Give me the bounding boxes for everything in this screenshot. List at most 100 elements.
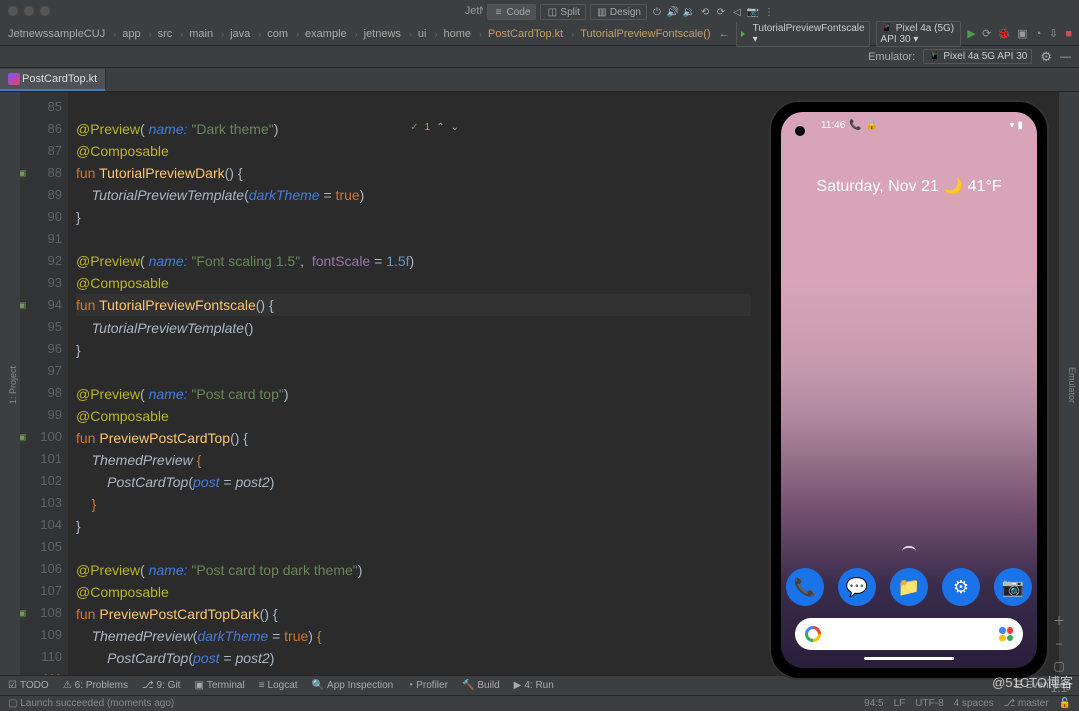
status-bar: ▢ Launch succeeded (moments ago) 94:5 LF… <box>0 695 1079 711</box>
file-encoding[interactable]: UTF-8 <box>915 698 943 709</box>
coverage-icon[interactable]: ▣ <box>1017 27 1027 41</box>
git-branch-indicator[interactable]: ⎇ master <box>1004 698 1049 709</box>
phone-app-icon[interactable]: 📞 <box>786 568 824 606</box>
emulator-zoom-controls: ＋ − ▢ 1:1 <box>1049 92 1069 675</box>
rotate-left-icon[interactable]: ⟲ <box>699 6 711 18</box>
chevron-up-icon[interactable]: ⌃ <box>436 122 444 133</box>
todo-tool-tab[interactable]: ☑ TODO <box>8 680 49 691</box>
breadcrumb-item[interactable]: example <box>305 28 347 40</box>
home-weather-widget[interactable]: Saturday, Nov 21 🌙 41°F <box>781 176 1037 196</box>
chevron-down-icon[interactable]: ⌄ <box>451 122 459 133</box>
hide-panel-icon[interactable]: — <box>1060 51 1071 63</box>
warning-count: 1 <box>425 122 431 133</box>
device-frame: 11:46 📞 🔒 ▾ ▮ Saturday, Nov 21 🌙 41°F 📞 <box>769 100 1049 680</box>
google-search-bar[interactable] <box>795 618 1023 650</box>
tool-window-quick-access-icon[interactable]: ▢ <box>8 698 17 709</box>
profiler-tool-tab[interactable]: ◔ Profiler <box>407 680 448 691</box>
zoom-in-icon[interactable]: ＋ <box>1053 612 1065 629</box>
terminal-tool-tab[interactable]: ▣ Terminal <box>194 680 244 691</box>
rotate-right-icon[interactable]: ⟳ <box>715 6 727 18</box>
zoom-out-icon[interactable]: − <box>1055 637 1062 651</box>
volume-down-icon[interactable]: 🔉 <box>683 6 695 18</box>
breadcrumb-file[interactable]: PostCardTop.kt <box>488 28 563 40</box>
breadcrumb-item[interactable]: java <box>230 28 250 40</box>
breadcrumb-item[interactable]: main <box>189 28 213 40</box>
breadcrumb-function[interactable]: TutorialPreviewFontscale() <box>580 28 710 40</box>
screenshot-icon[interactable]: 📷 <box>747 6 759 18</box>
apply-changes-icon[interactable]: ⟳ <box>982 27 991 41</box>
google-logo-icon <box>805 626 821 642</box>
device-status-bar: 11:46 📞 🔒 ▾ ▮ <box>781 120 1037 131</box>
debug-icon[interactable]: 🐞 <box>997 27 1011 41</box>
line-number-gutter[interactable]: 858687▣888990919293▣949596979899▣1001011… <box>20 92 68 675</box>
project-tool-tab[interactable]: 1: Project <box>6 362 20 408</box>
back-icon[interactable]: ← <box>719 27 730 41</box>
build-tool-tab[interactable]: 🔨 Build <box>462 680 500 691</box>
code-icon: ≡ <box>493 6 505 18</box>
phone-icon: 📞 <box>849 120 861 131</box>
profiler-icon[interactable]: ◔ <box>1034 27 1043 41</box>
logcat-tool-tab[interactable]: ≡ Logcat <box>259 680 298 691</box>
run-icon[interactable]: ▶ <box>967 27 976 41</box>
code-view-button[interactable]: ≡Code <box>487 4 537 20</box>
check-icon: ✓ <box>410 122 418 133</box>
editor-tab-bar: PostCardTop.kt ≡Code ◫Split ▥Design ⏻ 🔊 … <box>0 68 1079 92</box>
messages-app-icon[interactable]: 💬 <box>838 568 876 606</box>
back-icon[interactable]: ◁ <box>731 6 743 18</box>
breadcrumb-item[interactable]: com <box>267 28 288 40</box>
split-icon: ◫ <box>546 6 558 18</box>
emulator-bar: Emulator: 📱 Pixel 4a 5G API 30 ⚙ — <box>0 46 1079 68</box>
editor-tab[interactable]: PostCardTop.kt <box>0 69 106 91</box>
code-editor[interactable]: 858687▣888990919293▣949596979899▣1001011… <box>20 92 759 675</box>
camera-punch-hole <box>795 126 805 136</box>
breadcrumb-item[interactable]: home <box>443 28 471 40</box>
left-tool-stripe: 1: Project 2: Commit Resource Manager 2:… <box>0 92 20 675</box>
git-tool-tab[interactable]: ⎇ 9: Git <box>142 680 180 691</box>
indent-setting[interactable]: 4 spaces <box>954 698 994 709</box>
battery-icon: ▮ <box>1017 120 1023 131</box>
stop-icon[interactable]: ■ <box>1064 27 1073 41</box>
emulator-device-dropdown[interactable]: 📱 Pixel 4a 5G API 30 <box>923 49 1032 64</box>
kotlin-file-icon <box>8 73 20 85</box>
code-area[interactable]: @Preview( name: "Dark theme")@Composable… <box>68 92 759 675</box>
camera-app-icon[interactable]: 📷 <box>994 568 1032 606</box>
design-view-button[interactable]: ▥Design <box>590 4 647 20</box>
gesture-nav-bar[interactable] <box>864 657 954 660</box>
run-config-dropdown[interactable]: TutorialPreviewFontscale ▾ <box>736 21 870 47</box>
emulator-panel: 11:46 📞 🔒 ▾ ▮ Saturday, Nov 21 🌙 41°F 📞 <box>759 92 1059 675</box>
home-dock: 📞 💬 📁 ⚙ 📷 <box>781 568 1037 606</box>
inspection-widget[interactable]: ✓ 1 ⌃ ⌄ <box>410 122 459 133</box>
power-icon[interactable]: ⏻ <box>651 6 663 18</box>
app-inspection-tool-tab[interactable]: 🔍 App Inspection <box>312 680 394 691</box>
window-traffic-lights[interactable] <box>8 6 50 16</box>
volume-up-icon[interactable]: 🔊 <box>667 6 679 18</box>
emulator-label: Emulator: <box>868 51 915 63</box>
breadcrumb-item[interactable]: ui <box>418 28 427 40</box>
watermark: @51CTO博客 <box>992 672 1073 691</box>
breadcrumb-item[interactable]: JetnewssampleCUJ <box>8 28 105 40</box>
device-dropdown[interactable]: 📱 Pixel 4a (5G) API 30 ▾ <box>876 21 961 47</box>
run-tool-tab[interactable]: ▶ 4: Run <box>514 680 554 691</box>
breadcrumb-item[interactable]: src <box>158 28 173 40</box>
files-app-icon[interactable]: 📁 <box>890 568 928 606</box>
more-icon[interactable]: ⋮ <box>763 6 775 18</box>
design-icon: ▥ <box>596 6 608 18</box>
breadcrumb-item[interactable]: jetnews <box>364 28 401 40</box>
settings-gear-icon[interactable]: ⚙ <box>1040 49 1052 65</box>
readonly-lock-icon[interactable]: 🔓 <box>1059 698 1071 709</box>
line-ending[interactable]: LF <box>894 698 906 709</box>
breadcrumb-item[interactable]: app <box>122 28 140 40</box>
attach-debugger-icon[interactable]: ⇩ <box>1049 27 1058 41</box>
status-message: Launch succeeded (moments ago) <box>20 698 174 709</box>
settings-app-icon[interactable]: ⚙ <box>942 568 980 606</box>
compose-view-toolbar: ≡Code ◫Split ▥Design ⏻ 🔊 🔉 ⟲ ⟳ ◁ 📷 ⋮ <box>483 2 780 22</box>
device-screen[interactable]: 11:46 📞 🔒 ▾ ▮ Saturday, Nov 21 🌙 41°F 📞 <box>781 112 1037 668</box>
zoom-fit-icon[interactable]: ▢ <box>1053 659 1064 673</box>
assistant-icon[interactable] <box>999 627 1013 641</box>
cursor-position[interactable]: 94:5 <box>864 698 883 709</box>
app-drawer-indicator[interactable] <box>902 546 916 552</box>
split-view-button[interactable]: ◫Split <box>540 4 585 20</box>
lock-icon: 🔒 <box>866 120 878 131</box>
problems-tool-tab[interactable]: ⚠ 6: Problems <box>63 680 128 691</box>
wifi-icon: ▾ <box>1009 120 1014 131</box>
